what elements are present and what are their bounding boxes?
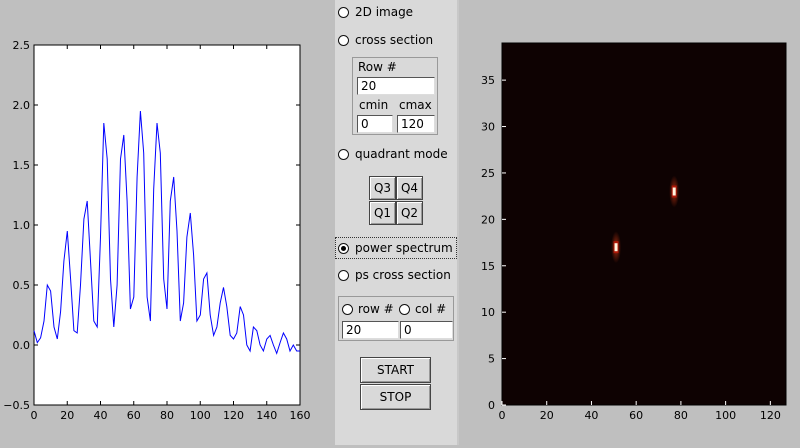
ps-cross-section-box: row # col # 20 0: [338, 296, 454, 341]
radio-power-spectrum[interactable]: power spectrum: [335, 237, 457, 259]
y-tick-label: 2.5: [13, 39, 31, 52]
heatmap-area: [501, 42, 787, 406]
radio-cross-section-dot[interactable]: [338, 34, 349, 46]
ps-row-number-input[interactable]: 20: [342, 321, 399, 339]
heat-x-tick-label: 20: [540, 409, 554, 422]
radio-col-number-dot[interactable]: [399, 303, 410, 315]
radio-power-spectrum-label: power spectrum: [355, 241, 453, 255]
radio-row-number[interactable]: row #: [342, 300, 394, 318]
x-tick-label: 160: [290, 409, 311, 422]
ps-col-number-input[interactable]: 0: [400, 321, 453, 339]
x-tick-label: 140: [256, 409, 277, 422]
power-spectrum-heatmap: 0 20 40 60 80 100 120 0 5 10 15 20 25 30 35: [481, 42, 787, 422]
heat-x-tick-label: 0: [499, 409, 506, 422]
radio-quadrant-mode-label: quadrant mode: [355, 147, 448, 161]
q3-button[interactable]: Q3: [369, 176, 396, 200]
power-spectrum-panel: 0 20 40 60 80 100 120 0 5 10 15 20 25 30 35: [459, 0, 800, 445]
q2-button[interactable]: Q2: [396, 201, 423, 225]
heat-y-tick-label: 30: [481, 121, 495, 134]
heat-y-tick-label: 25: [481, 167, 495, 180]
y-tick-label: 0.5: [13, 279, 31, 292]
heat-x-tick-label: 80: [674, 409, 688, 422]
start-button[interactable]: START: [360, 357, 431, 383]
heat-x-tick-label: 40: [584, 409, 598, 422]
radio-cross-section[interactable]: cross section: [338, 30, 433, 50]
q4-button[interactable]: Q4: [396, 176, 423, 200]
radio-col-number-label: col #: [415, 302, 447, 316]
radio-2d-image[interactable]: 2D image: [338, 2, 413, 22]
cmax-label: cmax: [399, 98, 432, 112]
heat-x-tick-label: 100: [715, 409, 736, 422]
radio-2d-image-dot[interactable]: [338, 6, 349, 18]
q1-button[interactable]: Q1: [369, 201, 396, 225]
cmin-label: cmin: [359, 98, 389, 112]
radio-ps-cross-section-label: ps cross section: [355, 268, 451, 282]
y-tick-label: −0.5: [3, 399, 30, 412]
y-tick-label: 2.0: [13, 99, 31, 112]
heat-y-tick-label: 20: [481, 213, 495, 226]
cross-section-line-chart: 0 20 40 60 80 100 120 140 160 −0.5 0.0 0.5 1.0 1.5 2.0…: [3, 39, 311, 422]
radio-ps-cross-section-dot[interactable]: [338, 269, 349, 281]
heat-x-tick-label: 60: [629, 409, 643, 422]
control-panel: 2D image cross section Row # 20 cmin cma…: [335, 0, 459, 445]
y-tick-label: 1.5: [13, 159, 31, 172]
heat-y-tick-label: 15: [481, 260, 495, 273]
x-tick-label: 0: [31, 409, 38, 422]
radio-cross-section-label: cross section: [355, 33, 434, 47]
y-tick-label: 0.0: [13, 339, 31, 352]
radio-quadrant-mode[interactable]: quadrant mode: [338, 144, 448, 164]
heat-y-tick-label: 10: [481, 306, 495, 319]
x-tick-label: 80: [160, 409, 174, 422]
radio-row-number-label: row #: [358, 302, 394, 316]
y-tick-label: 1.0: [13, 219, 31, 232]
radio-ps-cross-section[interactable]: ps cross section: [338, 265, 451, 285]
x-tick-label: 120: [223, 409, 244, 422]
x-tick-label: 60: [127, 409, 141, 422]
heat-y-tick-label: 0: [488, 399, 495, 412]
heat-x-tick-label: 120: [760, 409, 781, 422]
cross-section-settings-box: Row # 20 cmin cmax 0 120: [352, 57, 438, 135]
cmax-input[interactable]: 120: [397, 115, 435, 133]
radio-power-spectrum-dot[interactable]: [338, 242, 349, 254]
cross-section-plot-panel: 0 20 40 60 80 100 120 140 160 −0.5 0.0 0.5 1.0 1.5 2.0…: [0, 0, 335, 445]
cmin-input[interactable]: 0: [357, 115, 393, 133]
heat-y-tick-label: 35: [481, 74, 495, 87]
radio-2d-image-label: 2D image: [355, 5, 414, 19]
x-tick-label: 40: [94, 409, 108, 422]
row-number-label: Row #: [358, 60, 397, 74]
radio-row-number-dot[interactable]: [342, 303, 353, 315]
row-number-input[interactable]: 20: [357, 77, 435, 95]
peak-core: [614, 243, 618, 252]
line-plot-area: [33, 44, 301, 406]
x-tick-label: 20: [60, 409, 74, 422]
radio-col-number[interactable]: col #: [399, 300, 446, 318]
peak-core: [672, 187, 676, 196]
radio-quadrant-mode-dot[interactable]: [338, 148, 349, 160]
stop-button[interactable]: STOP: [360, 384, 431, 410]
heat-y-tick-label: 5: [488, 353, 495, 366]
x-tick-label: 100: [190, 409, 211, 422]
